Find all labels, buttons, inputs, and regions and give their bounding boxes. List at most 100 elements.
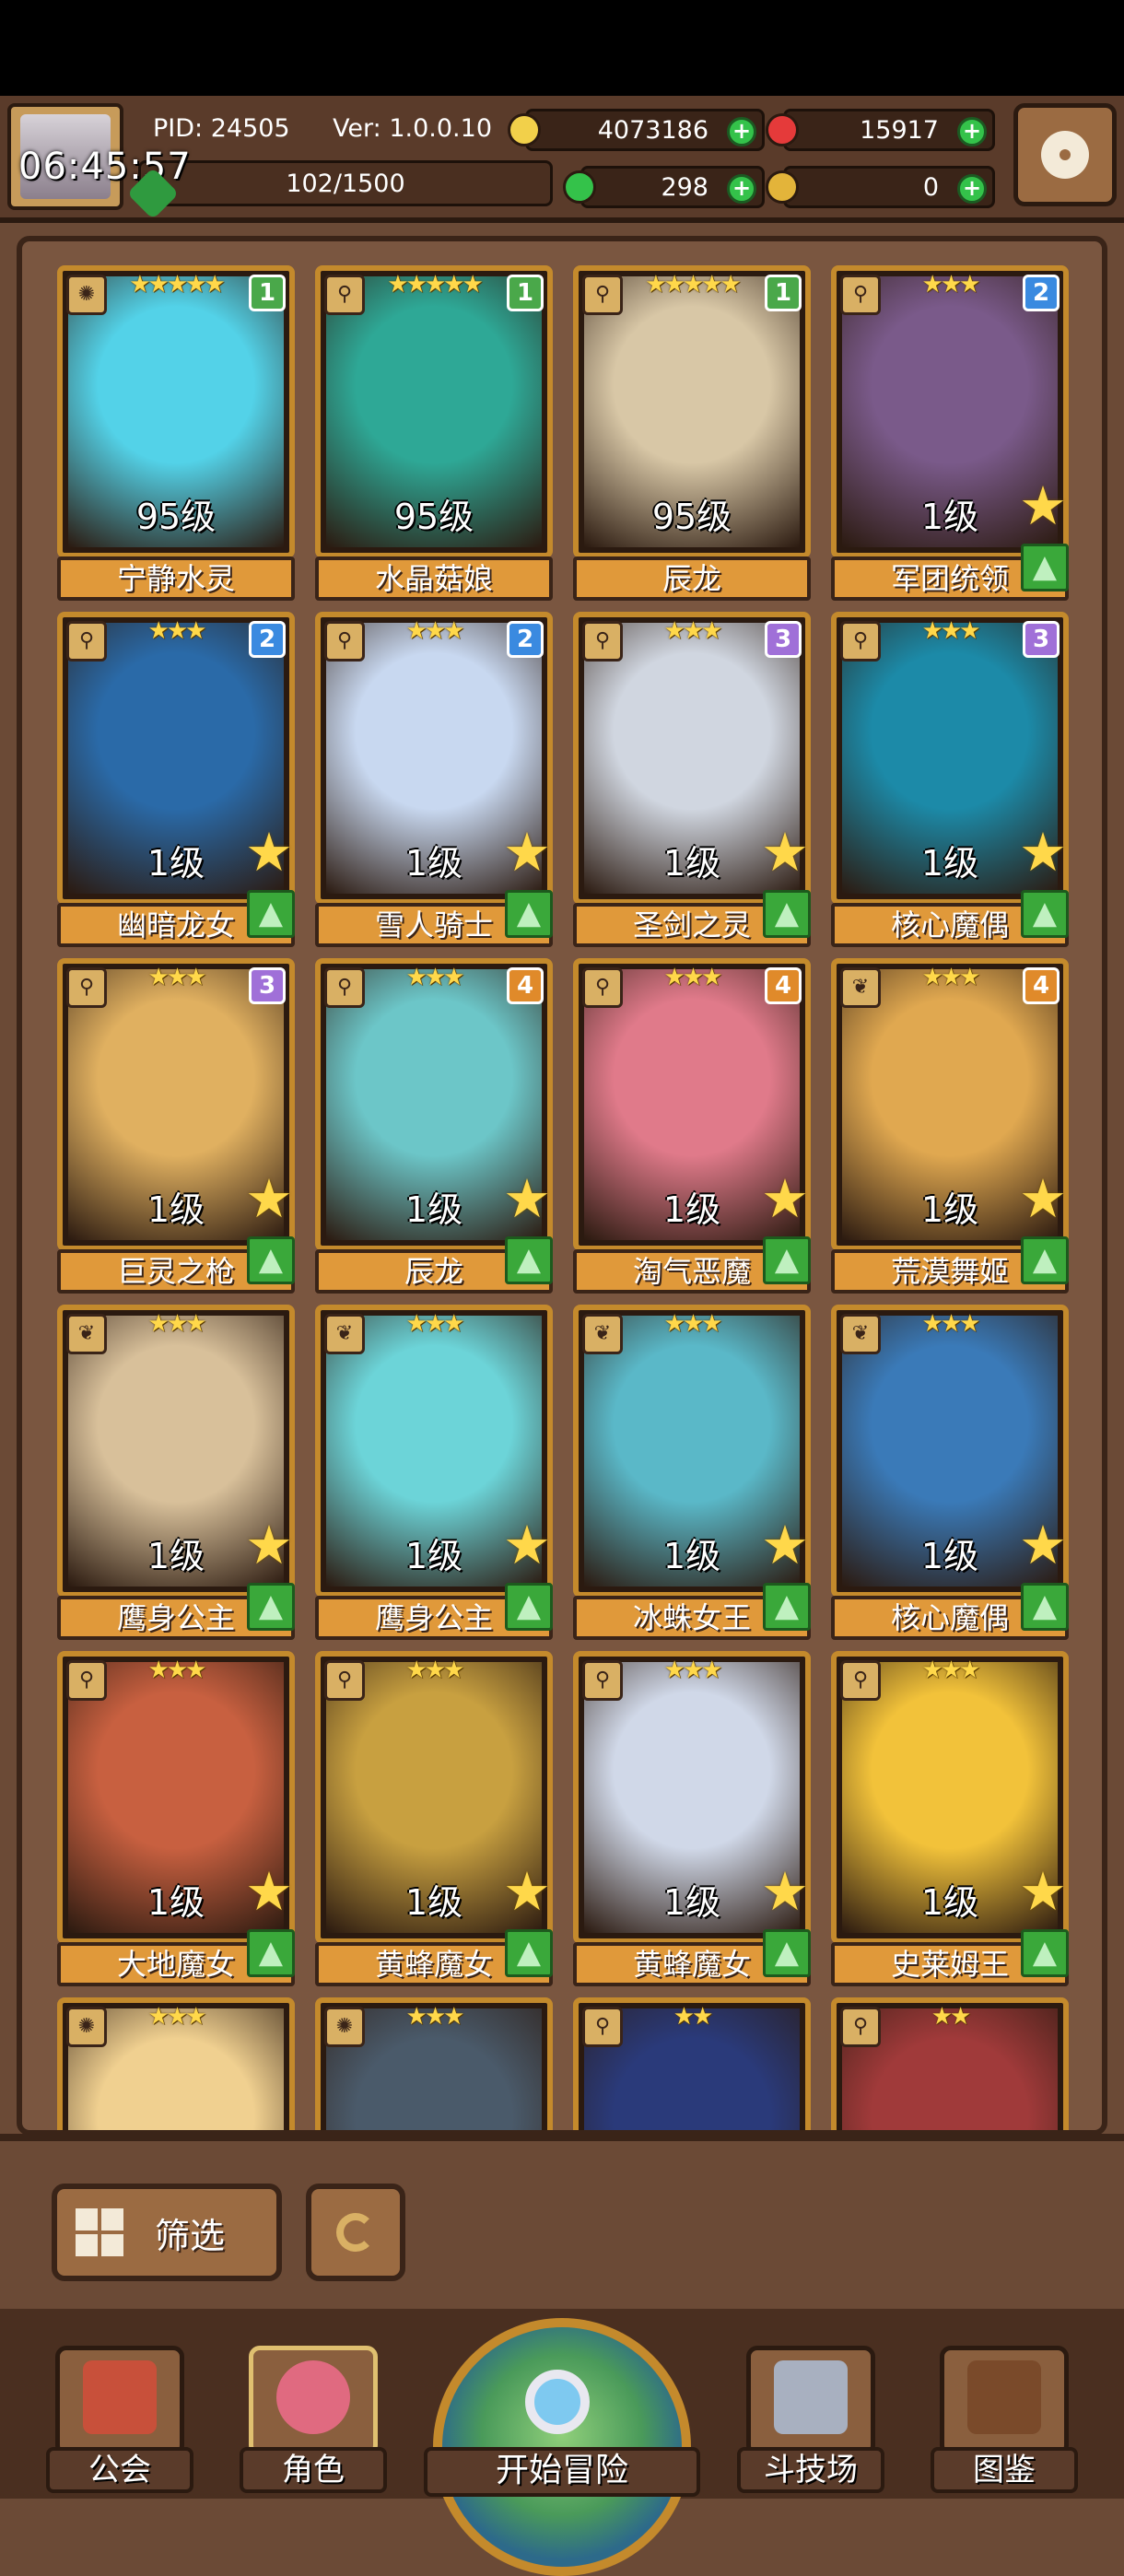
add-gem-button[interactable]: + — [957, 117, 987, 146]
character-card[interactable]: ❦ ★★★ 1级 鹰身公主 ★ ▲ — [57, 1305, 295, 1640]
star-rating: ★★★ — [147, 2003, 207, 2031]
level-up-arrow-icon[interactable]: ▲ — [763, 1236, 811, 1284]
level-progress-text: 102/1500 — [286, 169, 405, 198]
crossed-swords-icon — [774, 2360, 848, 2434]
version-label: Ver: 1.0.0.10 — [333, 113, 492, 143]
level-up-arrow-icon[interactable]: ▲ — [247, 1583, 295, 1631]
star-upgrade-icon[interactable]: ★ — [245, 825, 299, 879]
character-card[interactable]: ⚲ ★★ — [831, 1997, 1069, 2130]
star-rating: ★★★ — [147, 1657, 207, 1684]
star-upgrade-icon[interactable]: ★ — [503, 1518, 556, 1572]
star-upgrade-icon[interactable]: ★ — [761, 825, 814, 879]
level-up-arrow-icon[interactable]: ▲ — [505, 1236, 553, 1284]
rank-badge: 2 — [507, 621, 544, 658]
level-up-arrow-icon[interactable]: ▲ — [1021, 544, 1069, 591]
star-upgrade-icon[interactable]: ★ — [503, 1865, 556, 1918]
nav-adventure[interactable]: 开始冒险 — [424, 2318, 700, 2576]
star-upgrade-icon[interactable]: ★ — [1019, 825, 1072, 879]
character-card[interactable]: ✺ ★★★ — [315, 1997, 553, 2130]
sort-refresh-button[interactable] — [306, 2184, 405, 2281]
nav-guild[interactable]: 公会 — [37, 2309, 203, 2493]
character-card[interactable]: ⚲ ★★★ 3 1级 巨灵之枪 ★ ▲ — [57, 958, 295, 1294]
character-card[interactable]: ⚲ ★★★ 1级 黄蜂魔女 ★ ▲ — [573, 1651, 811, 1986]
character-card[interactable]: ⚲ ★★ — [573, 1997, 811, 2130]
grid-icon — [76, 2208, 123, 2256]
character-card[interactable]: ⚲ ★★★ 3 1级 核心魔偶 ★ ▲ — [831, 612, 1069, 947]
star-upgrade-icon[interactable]: ★ — [1019, 1865, 1072, 1918]
level-up-arrow-icon[interactable]: ▲ — [1021, 1583, 1069, 1631]
gear-icon — [1041, 131, 1089, 179]
character-card[interactable]: ❦ ★★★ 1级 核心魔偶 ★ ▲ — [831, 1305, 1069, 1640]
star-rating: ★★★ — [405, 1657, 465, 1684]
level-up-arrow-icon[interactable]: ▲ — [505, 890, 553, 938]
character-level: 95级 — [651, 497, 732, 537]
star-upgrade-icon[interactable]: ★ — [245, 1518, 299, 1572]
nav-role[interactable]: 角色 — [230, 2309, 396, 2493]
character-list-panel[interactable]: ✺ ★★★★★ 1 95级 宁静水灵 ⚲ ★★★★★ 1 95级 水晶菇娘 ⚲ ★★★★★ 1 95级 辰龙… — [17, 236, 1107, 2136]
filter-button[interactable]: 筛选 — [52, 2184, 282, 2281]
character-card[interactable]: ✺ ★★★ — [57, 1997, 295, 2130]
card-frame: ✺ ★★★★★ 1 95级 — [57, 265, 295, 558]
filter-label: 筛选 — [155, 2215, 226, 2256]
character-card[interactable]: ⚲ ★★★ 1级 史莱姆王 ★ ▲ — [831, 1651, 1069, 1986]
character-card[interactable]: ⚲ ★★★ 1级 大地魔女 ★ ▲ — [57, 1651, 295, 1986]
star-upgrade-icon[interactable]: ★ — [245, 1865, 299, 1918]
add-key-button[interactable]: + — [957, 174, 987, 204]
card-frame: ⚲ ★★★★★ 1 95级 — [315, 265, 553, 558]
character-card[interactable]: ⚲ ★★★ 2 1级 军团统领 ★ ▲ — [831, 265, 1069, 601]
settings-button[interactable] — [1013, 103, 1117, 206]
status-bar — [0, 0, 1124, 96]
character-name: 宁静水灵 — [57, 556, 295, 601]
star-upgrade-icon[interactable]: ★ — [1019, 479, 1072, 533]
clover-icon — [563, 170, 596, 204]
rank-badge: 3 — [1023, 621, 1060, 658]
level-up-arrow-icon[interactable]: ▲ — [763, 1583, 811, 1631]
red-gem-icon — [766, 113, 799, 146]
star-upgrade-icon[interactable]: ★ — [503, 825, 556, 879]
level-up-arrow-icon[interactable]: ▲ — [247, 1929, 295, 1977]
key-icon — [766, 170, 799, 204]
nav-arena[interactable]: 斗技场 — [728, 2309, 894, 2493]
star-upgrade-icon[interactable]: ★ — [245, 1172, 299, 1225]
level-up-arrow-icon[interactable]: ▲ — [247, 890, 295, 938]
book-icon — [967, 2360, 1041, 2434]
character-card[interactable]: ⚲ ★★★ 3 1级 圣剑之灵 ★ ▲ — [573, 612, 811, 947]
nav-codex-label: 图鉴 — [931, 2447, 1078, 2493]
level-up-arrow-icon[interactable]: ▲ — [1021, 890, 1069, 938]
card-frame: ⚲ ★★ — [831, 1997, 1069, 2130]
card-frame: ✺ ★★★ — [315, 1997, 553, 2130]
character-card[interactable]: ⚲ ★★★★★ 1 95级 辰龙 — [573, 265, 811, 601]
character-card[interactable]: ❦ ★★★ 4 1级 荒漠舞姬 ★ ▲ — [831, 958, 1069, 1294]
card-frame: ⚲ ★★ — [573, 1997, 811, 2130]
character-card[interactable]: ⚲ ★★★ 2 1级 幽暗龙女 ★ ▲ — [57, 612, 295, 947]
level-progress-bar: 102/1500 — [138, 160, 553, 206]
rank-badge: 2 — [249, 621, 286, 658]
level-up-arrow-icon[interactable]: ▲ — [763, 1929, 811, 1977]
add-gold-button[interactable]: + — [727, 117, 756, 146]
character-card[interactable]: ⚲ ★★★ 2 1级 雪人骑士 ★ ▲ — [315, 612, 553, 947]
add-clover-button[interactable]: + — [727, 174, 756, 204]
star-upgrade-icon[interactable]: ★ — [761, 1172, 814, 1225]
gold-coin-icon — [508, 113, 541, 146]
star-upgrade-icon[interactable]: ★ — [1019, 1172, 1072, 1225]
level-up-arrow-icon[interactable]: ▲ — [505, 1583, 553, 1631]
star-upgrade-icon[interactable]: ★ — [503, 1172, 556, 1225]
nav-codex[interactable]: 图鉴 — [921, 2309, 1087, 2493]
star-upgrade-icon[interactable]: ★ — [1019, 1518, 1072, 1572]
star-upgrade-icon[interactable]: ★ — [761, 1518, 814, 1572]
level-up-arrow-icon[interactable]: ▲ — [247, 1236, 295, 1284]
level-up-arrow-icon[interactable]: ▲ — [1021, 1236, 1069, 1284]
nav-role-label: 角色 — [240, 2447, 387, 2493]
level-up-arrow-icon[interactable]: ▲ — [763, 890, 811, 938]
level-up-arrow-icon[interactable]: ▲ — [1021, 1929, 1069, 1977]
character-card[interactable]: ⚲ ★★★★★ 1 95级 水晶菇娘 — [315, 265, 553, 601]
character-card[interactable]: ⚲ ★★★ 4 1级 淘气恶魔 ★ ▲ — [573, 958, 811, 1294]
level-up-arrow-icon[interactable]: ▲ — [505, 1929, 553, 1977]
star-upgrade-icon[interactable]: ★ — [761, 1865, 814, 1918]
character-card[interactable]: ✺ ★★★★★ 1 95级 宁静水灵 — [57, 265, 295, 601]
character-card[interactable]: ❦ ★★★ 1级 鹰身公主 ★ ▲ — [315, 1305, 553, 1640]
character-card[interactable]: ❦ ★★★ 1级 冰蛛女王 ★ ▲ — [573, 1305, 811, 1640]
character-card[interactable]: ⚲ ★★★ 1级 黄蜂魔女 ★ ▲ — [315, 1651, 553, 1986]
character-card[interactable]: ⚲ ★★★ 4 1级 辰龙 ★ ▲ — [315, 958, 553, 1294]
star-rating: ★★ — [673, 2003, 714, 2031]
